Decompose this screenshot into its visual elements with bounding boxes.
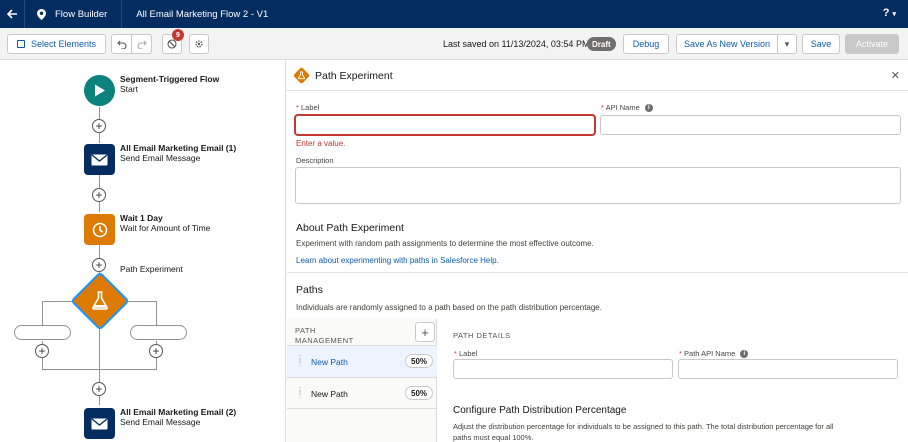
email-node-1-title: All Email Marketing Email (1)	[120, 143, 237, 153]
flow-title: All Email Marketing Flow 2 - V1	[136, 8, 269, 20]
path-experiment-node-title: Path Experiment	[120, 264, 183, 274]
undo-icon	[116, 40, 126, 49]
undo-button[interactable]	[111, 34, 132, 54]
error-count-badge: 9	[172, 29, 184, 41]
global-header: Flow Builder All Email Marketing Flow 2 …	[0, 0, 908, 28]
path-name: New Path	[311, 389, 348, 399]
merge-connector	[42, 369, 157, 370]
path-experiment-node[interactable]	[70, 271, 130, 331]
email-node-1-subtitle: Send Email Message	[120, 153, 201, 163]
help-menu-button[interactable]: ? ▾	[883, 7, 896, 19]
label-field-label: * Label	[296, 103, 320, 112]
add-path-button[interactable]: +	[415, 322, 435, 342]
path-management-list: PATH MANAGEMENT + ⋮ ⋮ New Path 50% ⋮ ⋮ New …	[287, 319, 437, 442]
back-arrow-icon[interactable]	[0, 0, 24, 28]
path-management-heading: PATH MANAGEMENT	[295, 326, 354, 345]
add-element-button[interactable]: +	[92, 119, 106, 133]
add-element-button[interactable]: +	[35, 344, 49, 358]
flow-builder-icon	[37, 8, 46, 20]
toolbar: Select Elements 9 Last saved on 11/13/20…	[0, 28, 908, 60]
path-percent-badge: 50%	[405, 354, 434, 368]
api-name-field-label: * API Name i	[601, 103, 653, 113]
email-node-1[interactable]	[84, 144, 115, 175]
paths-heading: Paths	[296, 284, 323, 296]
about-heading: About Path Experiment	[296, 222, 404, 234]
email-node-2-subtitle: Send Email Message	[120, 417, 201, 427]
branch-label-pill[interactable]	[130, 325, 187, 340]
path-api-name-input[interactable]	[678, 359, 898, 379]
divider	[287, 272, 908, 273]
debug-button[interactable]: Debug	[623, 34, 669, 54]
close-icon[interactable]: ✕	[891, 69, 900, 82]
chevron-down-icon: ▾	[892, 11, 896, 18]
path-api-name-field-label: * Path API Name i	[679, 349, 749, 359]
last-saved-text: Last saved on 11/13/2024, 03:54 PM	[443, 39, 590, 49]
label-error-message: Enter a value.	[296, 139, 346, 148]
path-list-item[interactable]: ⋮ ⋮ New Path 50%	[287, 377, 437, 409]
redo-icon	[137, 40, 147, 49]
chevron-down-icon: ▾	[784, 38, 790, 49]
properties-panel: Path Experiment ✕ * Label Enter a value.…	[287, 61, 908, 442]
start-node-subtitle: Start	[120, 84, 138, 94]
app-name: Flow Builder	[25, 0, 121, 28]
start-node-title: Segment-Triggered Flow	[120, 74, 220, 84]
info-icon[interactable]: i	[644, 104, 653, 113]
paths-text: Individuals are randomly assigned to a p…	[296, 303, 602, 312]
distribution-heading: Configure Path Distribution Percentage	[453, 405, 627, 416]
info-icon[interactable]: i	[740, 350, 749, 359]
select-icon	[16, 40, 25, 48]
help-icon: ?	[882, 7, 890, 19]
path-name: New Path	[311, 357, 348, 367]
path-label-field-label: * Label	[454, 349, 478, 358]
flow-canvas[interactable]: Segment-Triggered Flow Start + All Email…	[0, 61, 286, 442]
panel-title: Path Experiment	[315, 70, 393, 82]
description-textarea[interactable]	[295, 167, 901, 204]
distribution-text: Adjust the distribution percentage for i…	[453, 422, 834, 431]
email-node-2-title: All Email Marketing Email (2)	[120, 407, 237, 417]
drag-handle-icon[interactable]: ⋮ ⋮	[296, 355, 304, 367]
status-badge: Draft	[587, 37, 616, 51]
start-node[interactable]	[84, 75, 115, 106]
flask-icon	[92, 291, 108, 310]
mail-icon	[91, 417, 108, 429]
gear-icon	[195, 40, 203, 48]
label-input[interactable]	[295, 115, 595, 135]
api-name-input[interactable]	[600, 115, 901, 135]
save-options-dropdown[interactable]: ▾	[777, 34, 797, 54]
path-percent-badge: 50%	[405, 386, 434, 400]
branch-label-pill[interactable]	[14, 325, 71, 340]
wait-node-subtitle: Wait for Amount of Time	[120, 223, 211, 233]
add-element-button[interactable]: +	[92, 382, 106, 396]
drag-handle-icon[interactable]: ⋮ ⋮	[296, 387, 304, 399]
path-label-input[interactable]	[453, 359, 673, 379]
wait-node[interactable]	[84, 214, 115, 245]
about-text: Experiment with random path assignments …	[296, 239, 594, 248]
path-experiment-icon	[293, 67, 310, 84]
email-node-2[interactable]	[84, 408, 115, 439]
save-as-new-version-button[interactable]: Save As New Version	[676, 34, 778, 54]
path-details-heading: PATH DETAILS	[453, 331, 511, 340]
description-field-label: Description	[296, 156, 334, 165]
panel-header: Path Experiment ✕	[287, 61, 908, 91]
wait-node-title: Wait 1 Day	[120, 213, 163, 223]
play-icon	[94, 84, 105, 97]
add-element-button[interactable]: +	[92, 188, 106, 202]
help-link[interactable]: Learn about experimenting with paths in …	[296, 256, 499, 265]
path-list-item[interactable]: ⋮ ⋮ New Path 50%	[287, 345, 437, 377]
app-name-label: Flow Builder	[55, 8, 108, 20]
add-element-button[interactable]: +	[92, 258, 106, 272]
save-button[interactable]: Save	[802, 34, 840, 54]
select-elements-button[interactable]: Select Elements	[7, 34, 106, 54]
redo-button[interactable]	[131, 34, 152, 54]
clock-icon	[92, 222, 107, 237]
select-elements-label: Select Elements	[30, 39, 97, 49]
activate-button[interactable]: Activate	[845, 34, 899, 54]
mail-icon	[91, 153, 108, 165]
add-element-button[interactable]: +	[149, 344, 163, 358]
settings-button[interactable]	[189, 34, 209, 54]
distribution-text-2: paths must equal 100%.	[453, 433, 534, 442]
